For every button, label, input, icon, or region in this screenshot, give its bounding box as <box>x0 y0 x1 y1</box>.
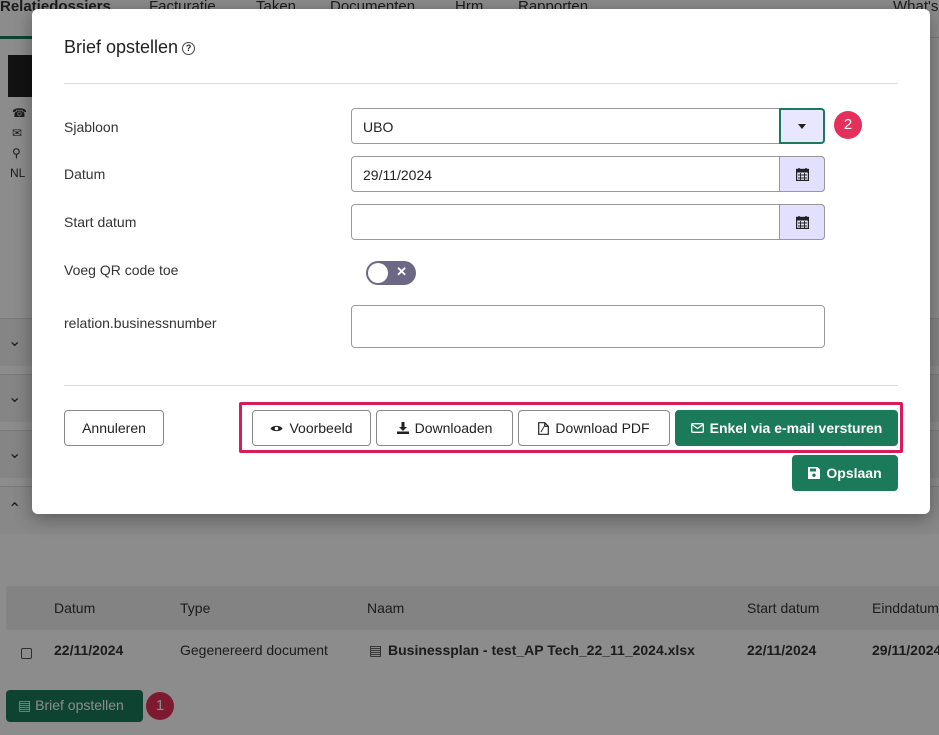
qr-code-label: Voeg QR code toe <box>64 262 179 278</box>
save-label: Opslaan <box>826 465 882 481</box>
email-send-label: Enkel via e-mail versturen <box>709 420 883 436</box>
save-button[interactable]: Opslaan <box>792 455 898 491</box>
file-pdf-icon <box>538 421 550 435</box>
sjabloon-select[interactable]: UBO <box>351 108 825 144</box>
step-badge-2: 2 <box>834 111 862 139</box>
brief-opstellen-modal: Brief opstellen? Sjabloon UBO 2 Datum 29… <box>32 9 930 514</box>
help-icon[interactable]: ? <box>182 42 196 55</box>
modal-title: Brief opstellen? <box>64 37 196 58</box>
sjabloon-label: Sjabloon <box>64 119 119 135</box>
start-datum-label: Start datum <box>64 214 137 230</box>
toggle-knob <box>368 263 388 283</box>
close-icon: ✕ <box>396 264 407 279</box>
businessnumber-label: relation.businessnumber <box>64 315 217 331</box>
email-send-button[interactable]: Enkel via e-mail versturen <box>675 410 898 446</box>
preview-button[interactable]: Voorbeeld <box>252 410 371 446</box>
businessnumber-input[interactable] <box>351 305 825 348</box>
datum-value: 29/11/2024 <box>363 167 433 183</box>
floppy-disk-icon <box>808 467 821 479</box>
sjabloon-dropdown-toggle[interactable] <box>779 108 825 144</box>
preview-label: Voorbeeld <box>289 420 353 436</box>
start-datum-input[interactable] <box>351 204 825 240</box>
datum-input[interactable]: 29/11/2024 <box>351 156 825 192</box>
download-label: Downloaden <box>414 420 493 436</box>
calendar-icon <box>795 167 809 181</box>
calendar-icon <box>795 215 809 229</box>
qr-code-toggle[interactable]: ✕ <box>366 261 416 285</box>
eye-icon <box>270 425 283 431</box>
cancel-button[interactable]: Annuleren <box>64 410 164 446</box>
datum-label: Datum <box>64 166 106 182</box>
envelope-icon <box>690 423 704 433</box>
start-datum-calendar-button[interactable] <box>779 204 825 240</box>
download-pdf-label: Download PDF <box>555 420 650 436</box>
download-pdf-button[interactable]: Download PDF <box>518 410 670 446</box>
modal-title-text: Brief opstellen <box>64 37 179 57</box>
footer-divider <box>64 385 898 386</box>
sjabloon-value: UBO <box>363 119 394 135</box>
header-divider <box>64 83 898 84</box>
caret-down-icon <box>798 123 806 129</box>
cancel-label: Annuleren <box>82 420 146 436</box>
download-button[interactable]: Downloaden <box>376 410 513 446</box>
download-icon <box>396 422 409 434</box>
datum-calendar-button[interactable] <box>779 156 825 192</box>
